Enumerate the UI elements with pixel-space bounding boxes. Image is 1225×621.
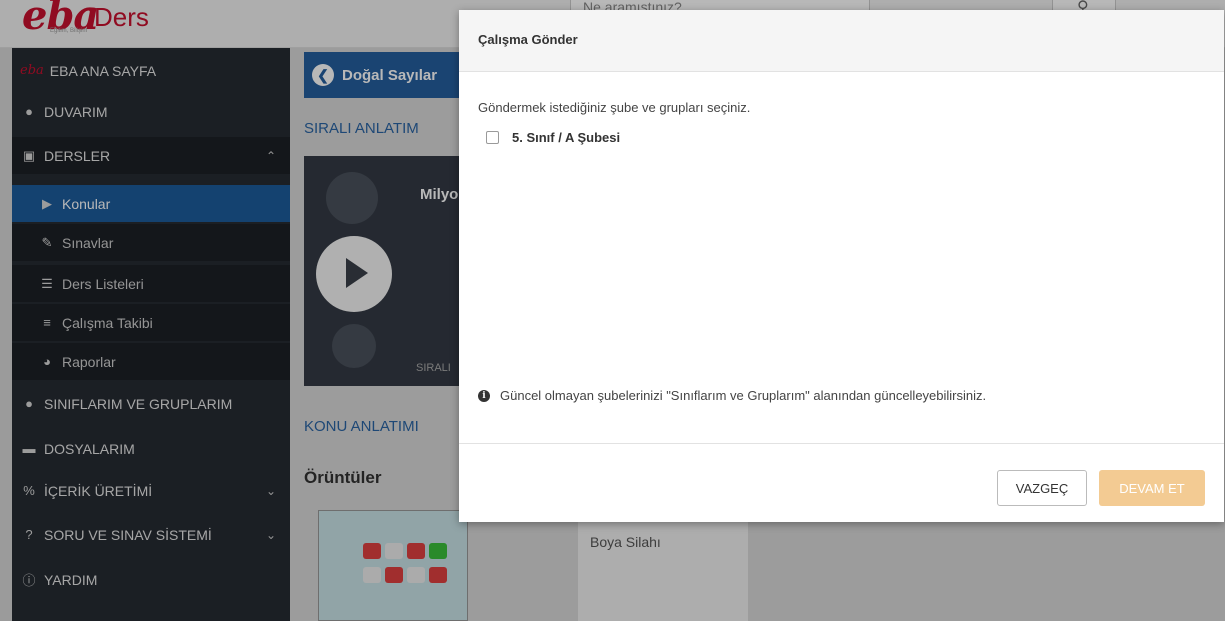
- info-note: i Güncel olmayan şubelerinizi "Sınıfları…: [478, 388, 986, 403]
- class-option-label: 5. Sınıf / A Şubesi: [512, 130, 621, 145]
- modal-body: Göndermek istediğiniz şube ve grupları s…: [459, 72, 1224, 443]
- class-option[interactable]: 5. Sınıf / A Şubesi: [486, 130, 620, 145]
- cancel-button[interactable]: VAZGEÇ: [997, 470, 1087, 506]
- class-checkbox[interactable]: [486, 131, 499, 144]
- info-icon: i: [478, 389, 490, 402]
- continue-button[interactable]: DEVAM ET: [1099, 470, 1205, 506]
- modal-footer: VAZGEÇ DEVAM ET: [459, 443, 1224, 522]
- modal-title: Çalışma Gönder: [478, 32, 578, 47]
- send-study-modal: Çalışma Gönder Göndermek istediğiniz şub…: [459, 10, 1224, 522]
- modal-instruction: Göndermek istediğiniz şube ve grupları s…: [478, 100, 751, 115]
- info-text: Güncel olmayan şubelerinizi "Sınıflarım …: [500, 388, 987, 403]
- modal-header: Çalışma Gönder: [459, 10, 1224, 72]
